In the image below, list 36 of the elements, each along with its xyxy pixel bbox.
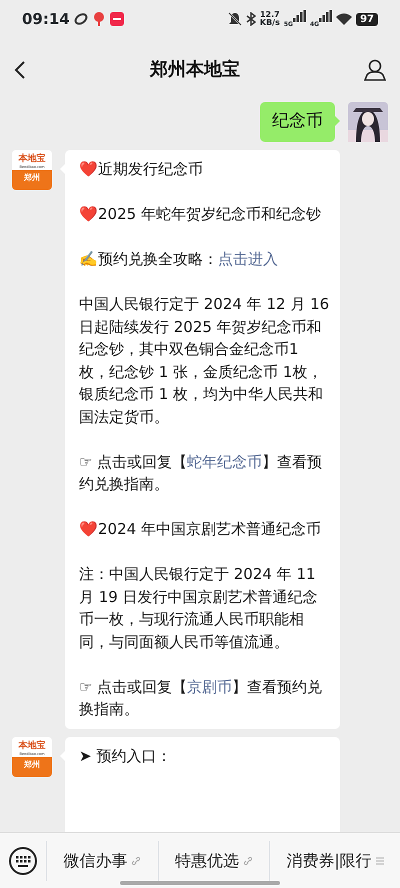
message-link[interactable]: 蛇年纪念币	[187, 452, 262, 470]
person-icon	[364, 58, 386, 81]
link-icon	[242, 856, 253, 866]
message-paragraph: ✍预约兑换全攻略：点击进入	[79, 249, 279, 270]
message-bubble: 纪念币	[260, 102, 335, 142]
avatar	[348, 102, 388, 142]
battery-level: 97	[356, 12, 378, 26]
profile-button[interactable]	[364, 57, 386, 81]
pin-icon	[92, 11, 106, 27]
page-title: 郑州本地宝	[150, 58, 240, 82]
wifi-icon	[336, 13, 352, 25]
message-paragraph: ☞ 点击或回复【京剧币】查看预约兑换指南。	[79, 676, 324, 720]
message-paragraph: ❤2025 年蛇年贺岁纪念币和纪念钞	[79, 204, 322, 225]
message-link[interactable]: 京剧币	[187, 678, 232, 696]
bluetooth-icon	[246, 12, 256, 26]
clock: 09:14	[22, 8, 70, 30]
message-paragraph: 中国人民银行定于 2024 年 12 月 16日起陆续发行 2025 年贺岁纪念币和纪念钞，其中双色铜合金纪念币1 枚，纪念钞 1 张，金质纪念币 1枚，银质纪念币 1 枚，均为中华人民共和国法定货币。	[79, 294, 330, 428]
signal-icon	[319, 10, 332, 22]
keyboard-button[interactable]	[8, 846, 38, 876]
message-paragraph: ☞ 点击或回复【蛇年纪念币】查看预约兑换指南。	[79, 452, 324, 495]
mute-icon	[228, 12, 242, 26]
message-paragraph: ❤近期发行纪念币	[79, 159, 204, 180]
bubble-tail	[335, 116, 340, 126]
keyboard-icon	[8, 846, 38, 876]
back-icon	[14, 60, 26, 80]
swirl-icon	[74, 12, 88, 26]
app-icon	[110, 12, 124, 26]
link-icon	[131, 856, 142, 866]
network-speed: 12.7 KB/s	[260, 11, 280, 27]
signal-icon	[292, 10, 306, 22]
message-paragraph: ➤ 预约入口：	[79, 746, 172, 766]
message-paragraph: ❤2024 年中国京剧艺术普通纪念币	[79, 519, 322, 540]
menu-icon	[376, 856, 384, 864]
menu-item[interactable]: 消费券|限行	[269, 840, 400, 880]
message-link[interactable]: 点击进入	[218, 250, 278, 268]
message-paragraph: 注：中国人民银行定于 2024 年 11 月 19 日发行中国京剧艺术普通纪念币一枚，与现行流通人民币职能相同，与同面额人民币等值流通。	[79, 564, 319, 652]
